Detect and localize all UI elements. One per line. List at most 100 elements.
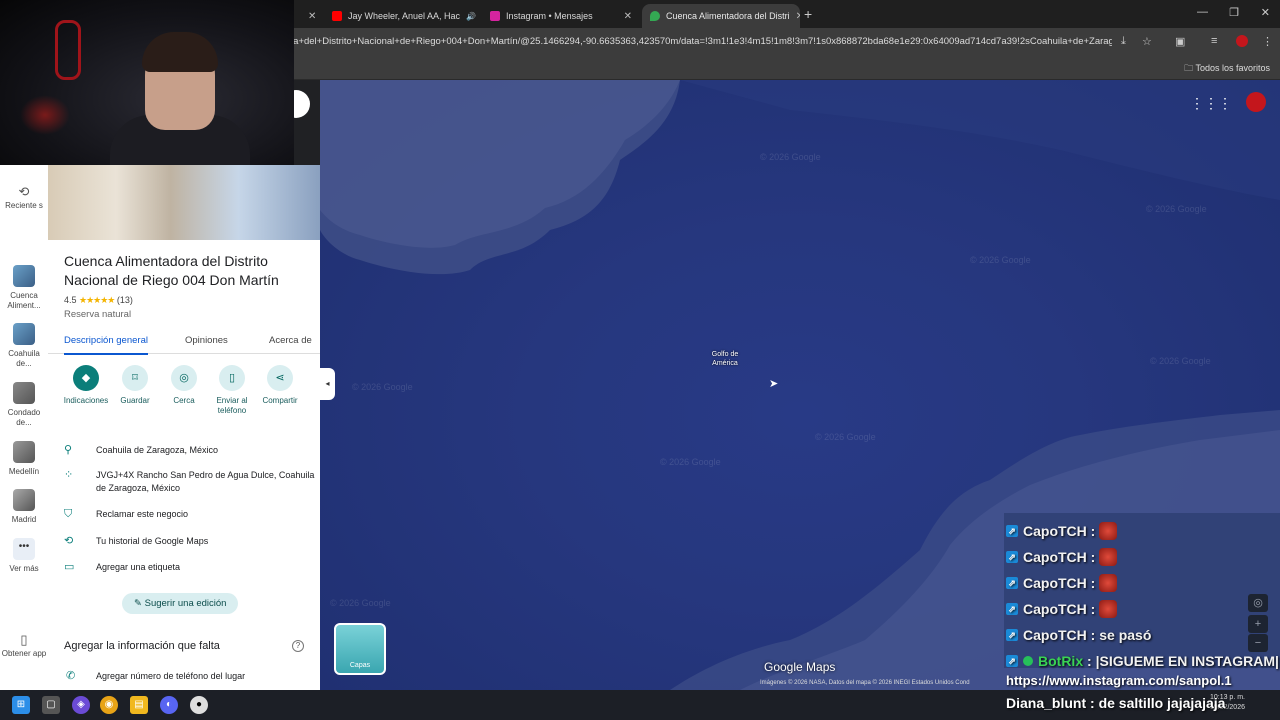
place-category[interactable]: Reserva natural	[64, 309, 131, 320]
send-to-phone-button[interactable]: ▯ Enviar al teléfono	[208, 365, 256, 416]
windows-start-icon[interactable]: ⊞	[12, 696, 30, 714]
map-watermark: © 2026 Google	[1150, 356, 1211, 366]
nearby-button[interactable]: ◎ Cerca	[160, 365, 208, 406]
tab-youtube[interactable]: Jay Wheeler, Anuel AA, Hac 🔊 ✕	[324, 4, 482, 28]
red-light	[20, 95, 70, 135]
tab-label: Cuenca Alimentadora del Distri	[666, 11, 790, 21]
rail-label: Coahuila de...	[8, 349, 40, 368]
rail-item-coahuila[interactable]: Coahuila de...	[0, 323, 48, 369]
place-title: Cuenca Alimentadora del Distrito Naciona…	[64, 253, 279, 288]
badge-icon: ⇗	[1006, 655, 1018, 667]
extensions-icon[interactable]: ▣	[1175, 35, 1185, 48]
minimize-icon[interactable]: —	[1197, 6, 1208, 18]
chat-text: se pasó	[1099, 627, 1152, 643]
google-apps-icon[interactable]: ⋮⋮⋮	[1190, 95, 1232, 112]
collapse-panel-button[interactable]: ◂	[320, 368, 335, 400]
phone-icon: ▯	[20, 632, 28, 647]
rail-item-medellin[interactable]: Medellín	[0, 441, 48, 477]
emote-icon	[1099, 600, 1118, 618]
help-icon[interactable]: ?	[292, 640, 304, 652]
streamer-hair	[142, 32, 218, 72]
add-phone-link[interactable]: Agregar número de teléfono del lugar	[96, 671, 245, 681]
badge-icon: ⇗	[1006, 551, 1018, 563]
rail-label: Medellín	[8, 467, 40, 476]
map-watermark: © 2026 Google	[1146, 204, 1207, 214]
url-field[interactable]: ra+del+Distrito+Nacional+de+Riego+004+Do…	[290, 28, 1112, 56]
place-thumbnail	[13, 489, 35, 511]
rail-item-madrid[interactable]: Madrid	[0, 489, 48, 525]
chrome-icon[interactable]: ◉	[100, 696, 118, 714]
new-tab-icon[interactable]: +	[804, 6, 812, 22]
place-thumbnail	[13, 323, 35, 345]
maps-pin-icon	[650, 11, 660, 21]
place-thumbnail	[13, 265, 35, 287]
mouse-cursor-icon: ➤	[769, 378, 779, 390]
map-watermark: © 2026 Google	[330, 598, 391, 608]
directions-icon: ◆	[73, 365, 99, 391]
file-explorer-icon[interactable]: ▤	[130, 696, 148, 714]
rating-row[interactable]: 4.5 ★★★★★ (13)	[64, 295, 133, 306]
chat-user: Diana_blunt	[1006, 695, 1087, 711]
chat-message: ⇗ CapoTCH :	[1006, 572, 1118, 594]
close-tab-icon[interactable]: ✕	[302, 11, 316, 22]
rail-label: Condado de...	[7, 408, 41, 427]
action-label: Enviar al teléfono	[216, 396, 248, 415]
install-app-icon[interactable]: ⤓	[1121, 35, 1126, 48]
rail-recent[interactable]: ⟲ Reciente s	[0, 185, 48, 211]
rail-get-app[interactable]: ▯ Obtener app	[0, 632, 48, 659]
rail-item-cuenca[interactable]: Cuenca Aliment...	[0, 265, 48, 311]
layers-button[interactable]: Capas	[334, 623, 386, 675]
nearby-icon: ◎	[171, 365, 197, 391]
tab-partial[interactable]: ✕	[294, 4, 324, 28]
chat-user: CapoTCH	[1023, 523, 1087, 539]
youtube-icon	[332, 11, 342, 21]
chat-message: ⇗ CapoTCH : se pasó	[1006, 624, 1151, 646]
discord-icon[interactable]: ◐	[160, 696, 178, 714]
save-button[interactable]: ⌑ Guardar	[111, 365, 159, 406]
chat-user: CapoTCH	[1023, 627, 1087, 643]
close-tab-icon[interactable]: ✕	[790, 11, 800, 22]
stream-chat-overlay: ⇗ CapoTCH : ⇗ CapoTCH : ⇗ CapoTCH : ⇗ CapoTC…	[1004, 513, 1280, 693]
share-button[interactable]: ⋖ Compartir	[256, 365, 304, 406]
directions-button[interactable]: ◆ Indicaciones	[62, 365, 110, 406]
badge-icon: ⇗	[1006, 629, 1018, 641]
verified-icon	[1023, 656, 1033, 666]
place-thumbnail	[13, 441, 35, 463]
rail-item-condado[interactable]: Condado de...	[0, 382, 48, 428]
place-tabs: Descripción general Opiniones Acerca de	[48, 330, 320, 355]
tab-about[interactable]: Acerca de	[269, 335, 312, 346]
app-icon[interactable]: ●	[190, 696, 208, 714]
bookmark-star-icon[interactable]: ☆	[1142, 35, 1152, 48]
restore-icon[interactable]: ❐	[1229, 6, 1239, 19]
tab-reviews[interactable]: Opiniones	[185, 335, 228, 346]
map-watermark: © 2026 Google	[760, 152, 821, 162]
rail-label: Obtener app	[1, 649, 47, 658]
rail-more[interactable]: ••• Ver más	[0, 538, 48, 574]
tab-overview[interactable]: Descripción general	[64, 335, 148, 355]
instagram-icon	[490, 11, 500, 21]
close-window-icon[interactable]: ✕	[1261, 6, 1270, 19]
chat-user: CapoTCH	[1023, 601, 1087, 617]
layers-label: Capas	[349, 662, 371, 669]
all-bookmarks-folder[interactable]: 🗀 Todos los favoritos	[1184, 61, 1270, 77]
menu-kebab-icon[interactable]: ⋮	[1262, 35, 1273, 48]
account-avatar[interactable]	[1246, 92, 1266, 112]
media-control-icon[interactable]: ≡	[1211, 35, 1217, 47]
profile-avatar-icon[interactable]	[1236, 35, 1248, 47]
tab-instagram[interactable]: Instagram • Mensajes ✕	[482, 4, 640, 28]
rail-label: Ver más	[9, 564, 39, 573]
map-watermark: © 2026 Google	[352, 382, 413, 392]
task-view-icon[interactable]: ▢	[42, 696, 60, 714]
close-tab-icon[interactable]: ✕	[618, 11, 632, 22]
speaker-icon[interactable]: 🔊	[466, 12, 476, 21]
suggest-edit-button[interactable]: ✎ Sugerir una edición	[122, 593, 239, 614]
place-hero-photo[interactable]	[48, 165, 320, 240]
app-icon[interactable]: ◈	[72, 696, 90, 714]
tab-google-maps[interactable]: Cuenca Alimentadora del Distri ✕	[642, 4, 800, 28]
chat-text: de saltillo jajajajaja	[1098, 695, 1226, 711]
map-label-gulf[interactable]: Golfo de América	[708, 350, 742, 368]
emote-icon	[1099, 574, 1118, 592]
info-text: Coahuila de Zaragoza, México	[96, 445, 219, 455]
screen: ✕ Jay Wheeler, Anuel AA, Hac 🔊 ✕ Instagr…	[0, 0, 1280, 720]
action-label: Compartir	[262, 396, 298, 405]
